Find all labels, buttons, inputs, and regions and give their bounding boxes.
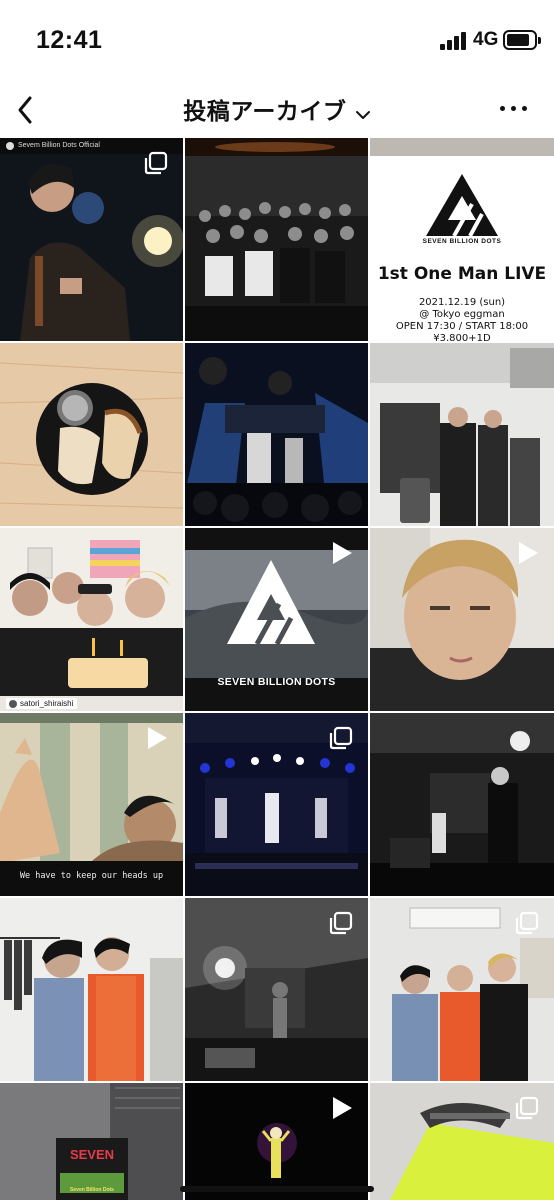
network-type: 4G	[473, 29, 499, 50]
post-tile[interactable]	[0, 343, 183, 526]
poster-venue: @ Tokyo eggman	[419, 309, 505, 320]
seven-billion-dots-logo	[426, 174, 498, 236]
user-tag[interactable]: satori_shiraishi	[6, 698, 78, 709]
post-tile[interactable]	[370, 898, 554, 1081]
post-tile[interactable]	[370, 713, 554, 896]
sign-subtitle: Seven Billion Dots	[70, 1187, 114, 1193]
post-tile[interactable]: SEVEN BILLION DOTS	[185, 528, 368, 711]
multi-photo-icon	[515, 911, 539, 935]
poster-price: ¥3,800+1D	[433, 333, 491, 341]
video-subtitle: We have to keep our heads up	[0, 864, 183, 888]
post-tile[interactable]	[185, 1083, 368, 1200]
post-tile[interactable]: Sevem Billion Dots Official	[0, 138, 183, 341]
play-icon	[148, 727, 167, 749]
post-tile[interactable]: satori_shiraishi	[0, 528, 183, 711]
clock: 12:41	[36, 26, 103, 54]
post-tile[interactable]: SEVEN Seven Billion Dots	[0, 1083, 183, 1200]
post-archive-grid: Sevem Billion Dots Official SEVEN BILLIO…	[0, 138, 554, 1200]
archive-title-dropdown[interactable]: 投稿アーカイブ	[0, 92, 554, 126]
post-tile[interactable]	[370, 343, 554, 526]
multi-photo-icon	[144, 151, 168, 175]
post-tile-partial[interactable]	[185, 138, 368, 156]
status-bar: 12:41 4G	[0, 0, 554, 80]
more-options-button[interactable]	[494, 92, 534, 124]
poster-title: 1st One Man LIVE	[377, 264, 547, 284]
poster-date: 2021.12.19 (sun)	[418, 297, 506, 308]
multi-photo-icon	[329, 726, 353, 750]
sign-title: SEVEN	[69, 1147, 115, 1162]
nav-header: 投稿アーカイブ	[0, 80, 554, 138]
play-icon	[333, 542, 352, 564]
home-indicator[interactable]	[180, 1186, 374, 1192]
post-tile[interactable]	[185, 713, 368, 896]
post-tile[interactable]	[0, 898, 183, 1081]
multi-photo-icon	[515, 1096, 539, 1120]
chevron-down-icon	[355, 110, 370, 119]
post-tile[interactable]	[185, 156, 368, 341]
post-tile-partial[interactable]	[370, 138, 554, 156]
multi-photo-icon	[329, 911, 353, 935]
brand-logo-text: SEVEN BILLION DOTS	[217, 676, 336, 688]
poster-time: OPEN 17:30 / START 18:00	[395, 321, 529, 332]
post-tile[interactable]	[370, 528, 554, 711]
play-icon	[519, 542, 538, 564]
post-tile[interactable]: We have to keep our heads up	[0, 713, 183, 896]
post-tile-live-announcement[interactable]: SEVEN BILLION DOTS 1st One Man LIVE 2021…	[370, 156, 554, 341]
battery-icon	[503, 30, 541, 50]
page-title: 投稿アーカイブ	[183, 99, 347, 125]
play-icon	[333, 1097, 352, 1119]
post-tile[interactable]	[185, 343, 368, 526]
post-tile[interactable]	[370, 1083, 554, 1200]
signal-bars-icon	[440, 32, 466, 50]
poster-brand: SEVEN BILLION DOTS	[422, 238, 502, 245]
post-tile[interactable]	[185, 898, 368, 1081]
